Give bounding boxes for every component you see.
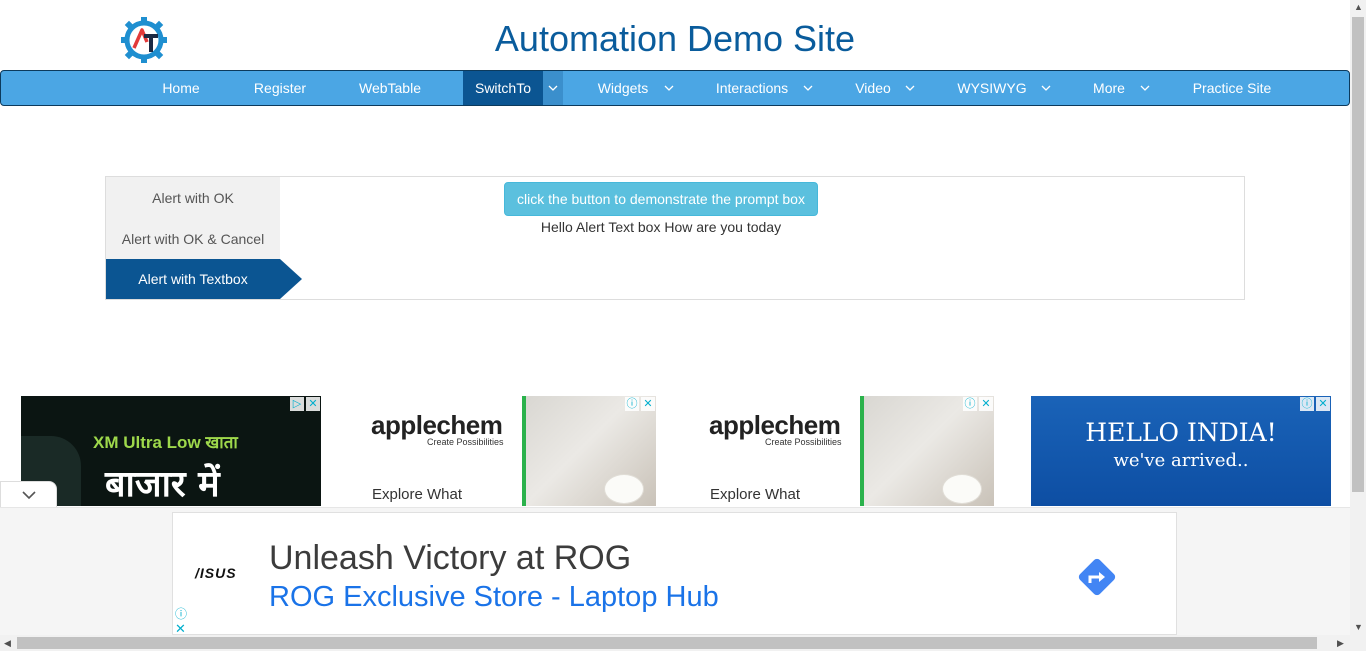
prompt-box-button[interactable]: click the button to demonstrate the prom…	[504, 182, 818, 216]
nav-interactions[interactable]: Interactions	[701, 71, 803, 105]
chevron-down-icon[interactable]	[900, 71, 920, 105]
info-icon[interactable]: ⓘ	[625, 397, 639, 411]
nav-more[interactable]: More	[1079, 71, 1139, 105]
nav-register[interactable]: Register	[238, 71, 322, 105]
tab-alert-ok[interactable]: Alert with OK	[106, 178, 280, 218]
ad-controls: ⓘ ✕	[625, 397, 655, 411]
close-icon[interactable]: ✕	[979, 397, 993, 411]
ad-controls: ⓘ ✕	[1300, 397, 1330, 411]
ad-applechem-1[interactable]: applechem Create Possibilities Explore W…	[356, 396, 656, 506]
site-title: Automation Demo Site	[494, 18, 856, 59]
chevron-down-icon[interactable]	[659, 71, 679, 105]
chevron-down-icon[interactable]	[543, 71, 563, 105]
vertical-scroll-thumb[interactable]	[1352, 17, 1364, 492]
chevron-down-icon[interactable]	[1135, 71, 1155, 105]
nav-webtable[interactable]: WebTable	[344, 71, 436, 105]
chevron-down-icon	[21, 491, 36, 500]
directions-arrow-icon[interactable]	[1073, 553, 1121, 601]
ad-xm[interactable]: XM Ultra Low खाता बाजार में ▷ ✕	[21, 396, 321, 506]
nav-widgets[interactable]: Widgets	[585, 71, 661, 105]
ad-hello-line2: we've arrived..	[1113, 450, 1249, 471]
chevron-down-icon[interactable]	[798, 71, 818, 105]
scroll-up-icon[interactable]: ▲	[1354, 2, 1363, 12]
ad-cta: Explore What	[372, 486, 463, 503]
main-nav: Home Register WebTable SwitchTo Widgets …	[0, 70, 1350, 106]
asus-logo: /ISUS	[195, 565, 237, 581]
ad-controls: ⓘ ✕	[963, 397, 993, 411]
close-icon[interactable]: ✕	[306, 397, 320, 411]
nav-video[interactable]: Video	[843, 71, 903, 105]
collapse-ad-button[interactable]	[0, 481, 57, 507]
ad-controls: ▷ ✕	[290, 397, 320, 411]
scroll-down-icon[interactable]: ▼	[1354, 622, 1363, 632]
nav-wysiwyg[interactable]: WYSIWYG	[946, 71, 1038, 105]
chevron-down-icon[interactable]	[1036, 71, 1056, 105]
ad-hello-india[interactable]: HELLO INDIA! we've arrived.. ⓘ ✕	[1031, 396, 1331, 506]
alerts-panel: Alert with OK Alert with OK & Cancel Ale…	[105, 176, 1245, 300]
active-tab-arrow	[280, 259, 302, 299]
tab-alert-textbox[interactable]: Alert with Textbox	[106, 259, 280, 299]
ad-xm-line2: बाजार में	[105, 464, 220, 505]
ad-xm-line1: XM Ultra Low खाता	[93, 433, 238, 452]
scroll-right-icon[interactable]: ▶	[1337, 638, 1344, 649]
info-icon[interactable]: ⓘ	[175, 605, 187, 622]
anchor-ad-bar: /ISUS Unleash Victory at ROG ROG Exclusi…	[0, 507, 1350, 636]
ad-cta: Explore What	[710, 486, 801, 503]
info-icon[interactable]: ⓘ	[1300, 397, 1314, 411]
banner-headline: Unleash Victory at ROG	[269, 539, 632, 577]
nav-practice-site[interactable]: Practice Site	[1177, 71, 1287, 105]
ad-applechem-2[interactable]: applechem Create Possibilities Explore W…	[694, 396, 994, 506]
ad-tagline: Create Possibilities	[765, 437, 842, 447]
scroll-left-icon[interactable]: ◀	[4, 638, 11, 649]
close-icon[interactable]: ✕	[641, 397, 655, 411]
rog-banner-ad[interactable]: /ISUS Unleash Victory at ROG ROG Exclusi…	[172, 512, 1177, 636]
nav-switchto[interactable]: SwitchTo	[463, 71, 543, 105]
ad-hello-line1: HELLO INDIA!	[1085, 418, 1277, 447]
horizontal-scroll-thumb[interactable]	[17, 637, 1317, 649]
info-icon[interactable]: ⓘ	[963, 397, 977, 411]
cream-jar	[942, 474, 982, 504]
cream-jar	[604, 474, 644, 504]
banner-subline[interactable]: ROG Exclusive Store - Laptop Hub	[269, 581, 719, 614]
adchoices-icon[interactable]: ▷	[290, 397, 304, 411]
ad-tagline: Create Possibilities	[427, 437, 504, 447]
close-icon[interactable]: ✕	[1316, 397, 1330, 411]
alert-tab-list: Alert with OK Alert with OK & Cancel Ale…	[106, 177, 280, 299]
prompt-result-text: Hello Alert Text box How are you today	[540, 219, 782, 235]
tab-alert-ok-cancel[interactable]: Alert with OK & Cancel	[106, 219, 280, 259]
nav-home[interactable]: Home	[142, 71, 220, 105]
page: Automation Demo Site Home Register WebTa…	[0, 0, 1366, 651]
vertical-scrollbar[interactable]: ▲ ▼	[1350, 0, 1366, 651]
horizontal-scrollbar[interactable]: ◀ ▶	[0, 635, 1350, 651]
